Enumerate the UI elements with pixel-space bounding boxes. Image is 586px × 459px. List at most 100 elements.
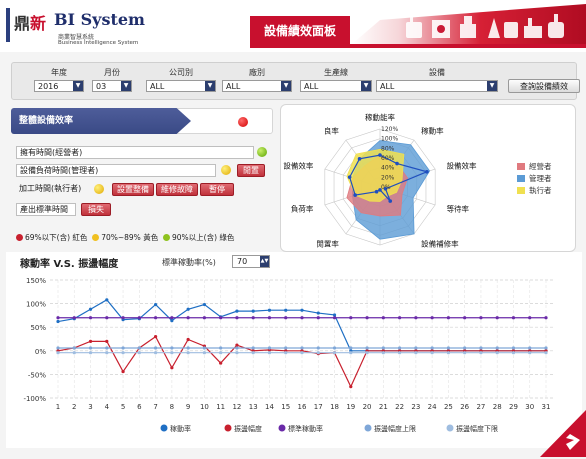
data-point <box>267 308 272 312</box>
red-legend-dot <box>16 234 23 241</box>
data-point <box>251 351 255 355</box>
data-point <box>251 309 255 313</box>
x-tick-label: 15 <box>281 403 290 411</box>
data-point <box>202 316 206 320</box>
radar-legend-label: 管理者 <box>529 173 552 183</box>
chevron-down-icon: ▼ <box>121 81 131 91</box>
legend-green-label: 90%以上(含) 綠色 <box>171 233 235 242</box>
oee-title: 整體設備效率 <box>11 108 191 134</box>
radar-point <box>353 193 357 197</box>
year-label: 年度 <box>51 68 67 77</box>
data-point <box>381 316 385 320</box>
status-green-light-icon <box>257 147 267 157</box>
loss-button[interactable]: 損失 <box>81 203 111 216</box>
x-tick-label: 7 <box>153 403 157 411</box>
std-output-time-row: 產出標準時間 <box>16 203 76 216</box>
data-point <box>398 351 402 355</box>
data-point <box>430 346 434 350</box>
data-point <box>88 346 93 350</box>
radar-tick-label: 100% <box>381 136 398 143</box>
chevron-down-icon: ▼ <box>205 81 215 91</box>
radar-tick-label: 120% <box>381 126 398 133</box>
data-point <box>251 346 255 350</box>
radar-legend-label: 經營者 <box>529 161 552 171</box>
yellow-legend-dot <box>92 234 100 241</box>
data-point <box>300 346 304 350</box>
setup-button[interactable]: 設置整備 <box>112 183 154 196</box>
radar-axis-label: 設備效率 <box>283 160 313 170</box>
line-select[interactable]: ALL ▼ <box>300 80 372 92</box>
x-tick-label: 25 <box>444 403 453 411</box>
x-tick-label: 12 <box>232 403 241 411</box>
data-point <box>186 316 190 320</box>
pause-button[interactable]: 暫停 <box>200 183 234 196</box>
data-point <box>154 346 158 350</box>
company-label: 公司別 <box>169 68 193 77</box>
factory-icons <box>406 14 564 38</box>
radar-tick-label: 0% <box>381 184 391 191</box>
radar-legend-label: 執行者 <box>529 185 552 195</box>
data-point <box>186 351 190 355</box>
data-point <box>528 346 532 350</box>
x-tick-label: 23 <box>411 403 420 411</box>
y-tick-label: -50% <box>28 371 46 379</box>
radar-axis-label: 稼動能率 <box>365 112 395 122</box>
radar-axis-label: 等待率 <box>447 204 470 214</box>
data-point <box>284 351 288 355</box>
query-equipment-button[interactable]: 查詢設備績效 <box>508 79 580 93</box>
radar-axis-label: 負荷率 <box>291 204 314 214</box>
repair-button[interactable]: 維修故障 <box>156 183 198 196</box>
data-point <box>170 318 174 323</box>
radar-axis-label: 設備效率 <box>447 160 477 170</box>
month-select[interactable]: 03 ▼ <box>92 80 132 92</box>
data-point <box>316 346 320 350</box>
x-tick-label: 14 <box>265 403 274 411</box>
spinner-icon: ▲▼ <box>260 256 269 267</box>
data-point <box>544 316 548 320</box>
x-tick-label: 4 <box>105 403 110 411</box>
data-point <box>88 339 93 343</box>
data-point <box>284 316 288 320</box>
data-point <box>219 351 223 355</box>
x-tick-label: 30 <box>525 403 534 411</box>
top-header: 鼎新 BI System 商業智慧系統 Business Intelligenc… <box>0 0 586 52</box>
data-point <box>284 346 288 350</box>
year-select[interactable]: 2016 ▼ <box>34 80 84 92</box>
data-point <box>300 308 304 312</box>
data-point <box>137 346 141 350</box>
std-rate-select[interactable]: 70 ▲▼ <box>232 255 270 268</box>
radar-tick-label: 60% <box>381 155 395 162</box>
chevron-down-icon: ▼ <box>487 81 497 91</box>
x-tick-label: 9 <box>186 403 190 411</box>
data-point <box>414 351 418 355</box>
equipment-select[interactable]: ALL ▼ <box>376 80 498 92</box>
factory-select[interactable]: ALL ▼ <box>222 80 292 92</box>
x-tick-label: 6 <box>137 403 142 411</box>
legend-yellow-label: 70%~89% 黃色 <box>101 233 159 242</box>
x-tick-label: 28 <box>493 403 502 411</box>
load-time-row: 設備負荷時間(管理者) <box>16 164 216 177</box>
data-point <box>56 316 60 320</box>
data-point <box>235 351 239 355</box>
x-tick-label: 26 <box>460 403 469 411</box>
radar-axis-label: 閒置率 <box>316 239 339 249</box>
idle-button[interactable]: 閒置 <box>237 164 265 177</box>
data-point <box>202 302 206 307</box>
company-select[interactable]: ALL ▼ <box>146 80 216 92</box>
data-point <box>219 346 223 350</box>
data-point <box>121 316 125 320</box>
data-point <box>88 316 93 320</box>
month-label: 月份 <box>104 68 120 77</box>
data-point <box>511 351 516 355</box>
data-point <box>170 316 174 320</box>
x-tick-label: 19 <box>346 403 355 411</box>
radar-axis-label: 設備補修率 <box>421 239 459 249</box>
chevron-down-icon: ▼ <box>73 81 83 91</box>
data-point <box>349 316 353 320</box>
page-title-tab: 設備績效面板 <box>250 16 350 46</box>
oee-panel: 整體設備效率 擁有時間(經營者) 設備負荷時間(管理者) 閒置 加工時間(執行者… <box>11 106 273 252</box>
data-point <box>137 316 141 320</box>
legend-label: 振盪幅度 <box>234 424 262 433</box>
x-tick-label: 21 <box>379 403 388 411</box>
data-point <box>267 351 272 355</box>
